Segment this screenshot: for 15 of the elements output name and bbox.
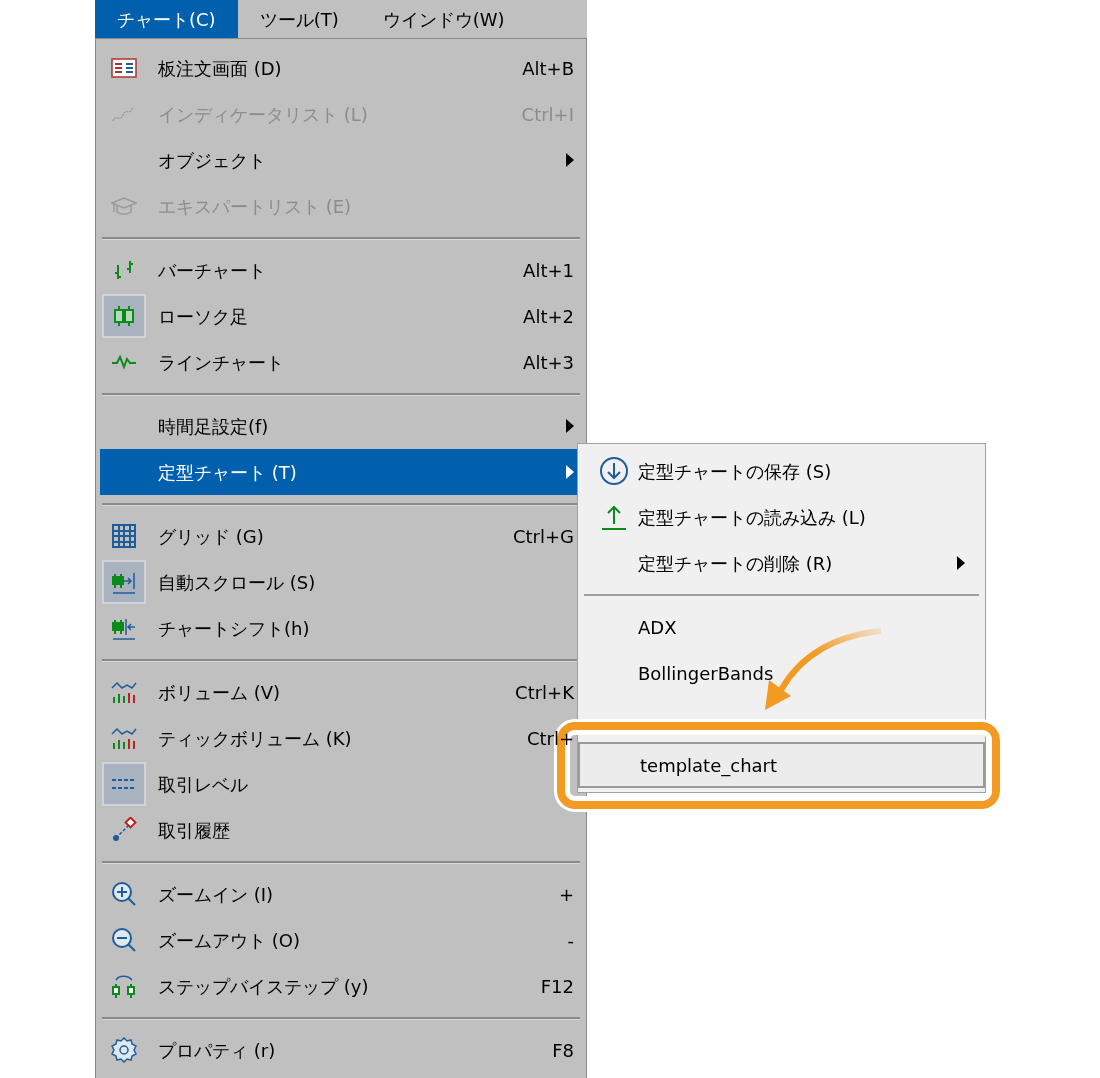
menu-item[interactable]: 板注文画面 (D) Alt+B [100,45,582,91]
menu-item[interactable]: ズームイン (I) + [100,871,582,917]
menu-item[interactable]: ズームアウト (O) - [100,917,582,963]
menu-item[interactable]: 時間足設定(f) [100,403,582,449]
menu-bar-item[interactable]: チャート(C) [95,0,238,38]
menu-item[interactable]: ステップバイステップ (y) F12 [100,963,582,1009]
menu-bar-item[interactable]: ウインドウ(W) [360,0,527,38]
menu-item[interactable]: バーチャート Alt+1 [100,247,582,293]
menu-bar-item[interactable]: ツール(T) [237,0,361,38]
menu-item[interactable]: 取引履歴 [100,807,582,853]
submenu-item[interactable]: template_chart [578,742,985,788]
menu-item[interactable]: オブジェクト [100,137,582,183]
menu-item[interactable]: プロパティ (r) F8 [100,1027,582,1073]
menu-item[interactable]: ラインチャート Alt+3 [100,339,582,385]
menu-item[interactable]: ローソク足 Alt+2 [100,293,582,339]
